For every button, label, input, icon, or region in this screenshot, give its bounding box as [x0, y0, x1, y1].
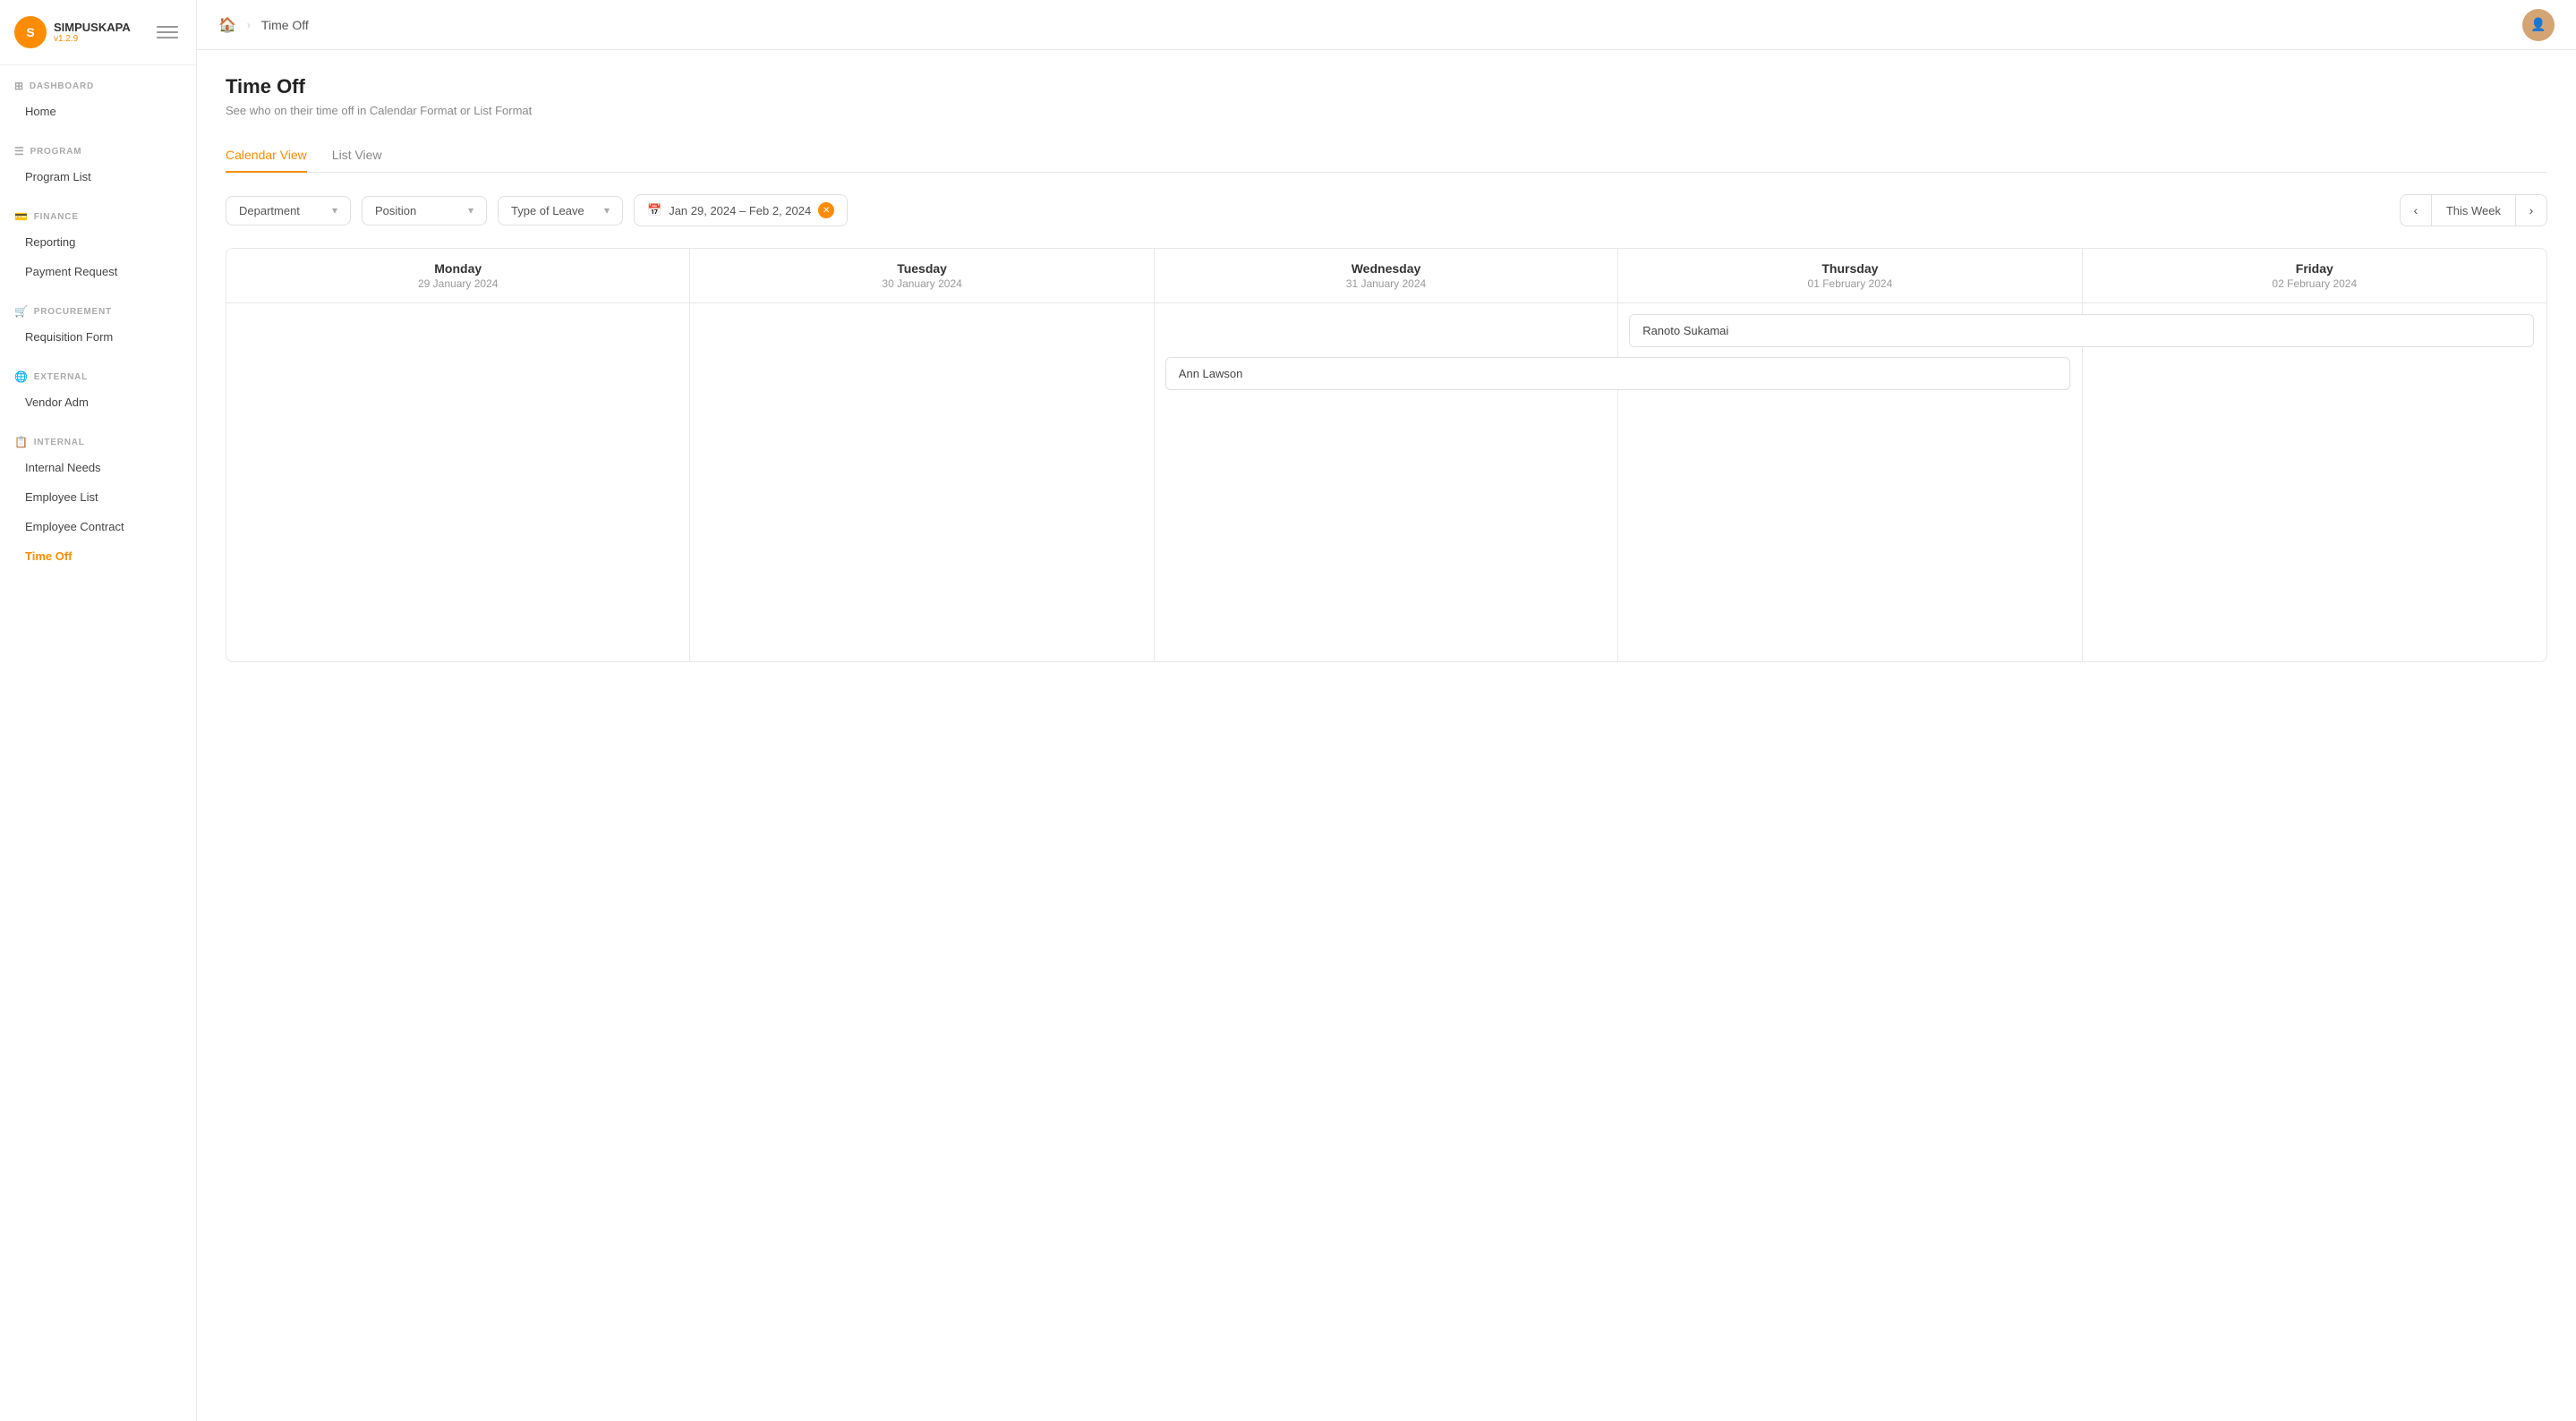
department-chevron-icon: ▾ — [332, 204, 337, 217]
app-name: SIMPUSKAPA — [54, 21, 131, 35]
section-label-internal: INTERNAL — [34, 438, 85, 447]
program-icon: ☰ — [14, 145, 25, 157]
col-header-monday: Monday 29 January 2024 — [226, 249, 690, 302]
app-version: v1.2.9 — [54, 34, 131, 44]
filters-bar: Department ▾ Position ▾ Type of Leave ▾ … — [226, 194, 2547, 226]
section-label-finance: FINANCE — [34, 212, 79, 222]
department-label: Department — [239, 204, 300, 217]
event-card-ann-lawson[interactable]: Ann Lawson — [1165, 357, 2070, 390]
sidebar-item-payment-request[interactable]: Payment Request — [14, 258, 182, 285]
sidebar-section-procurement: 🛒 PROCUREMENT Requisition Form — [0, 291, 196, 356]
date-range-clear-button[interactable]: ✕ — [818, 202, 834, 218]
day-name-thursday: Thursday — [1633, 261, 2067, 276]
hamburger-button[interactable] — [153, 18, 182, 47]
type-of-leave-chevron-icon: ▾ — [604, 204, 610, 217]
type-of-leave-label: Type of Leave — [511, 204, 584, 217]
cell-wednesday: Ann Lawson — [1155, 303, 1618, 661]
day-date-tuesday: 30 January 2024 — [704, 277, 1139, 290]
topbar-page-title: Time Off — [261, 18, 309, 32]
event-name-ann-lawson: Ann Lawson — [1179, 367, 1243, 380]
sidebar-item-home[interactable]: Home — [14, 98, 182, 125]
position-dropdown[interactable]: Position ▾ — [362, 196, 487, 225]
cell-monday — [226, 303, 690, 661]
sidebar-item-program-list[interactable]: Program List — [14, 163, 182, 191]
day-date-wednesday: 31 January 2024 — [1169, 277, 1603, 290]
col-header-thursday: Thursday 01 February 2024 — [1618, 249, 2082, 302]
dashboard-icon: ⊞ — [14, 80, 24, 92]
calendar-body: Ann Lawson Ranoto Sukamai — [226, 303, 2546, 661]
col-header-wednesday: Wednesday 31 January 2024 — [1155, 249, 1618, 302]
col-header-tuesday: Tuesday 30 January 2024 — [690, 249, 1154, 302]
day-date-monday: 29 January 2024 — [241, 277, 675, 290]
cell-tuesday — [690, 303, 1154, 661]
sidebar-item-reporting[interactable]: Reporting — [14, 228, 182, 256]
event-card-ranoto-sukamai[interactable]: Ranoto Sukamai — [1629, 314, 2534, 347]
external-icon: 🌐 — [14, 370, 29, 383]
sidebar-item-requisition-form[interactable]: Requisition Form — [14, 323, 182, 351]
section-label-program: PROGRAM — [30, 147, 82, 157]
sidebar-section-program: ☰ PROGRAM Program List — [0, 131, 196, 196]
date-range-value: Jan 29, 2024 – Feb 2, 2024 — [669, 204, 811, 217]
sidebar-logo: S SIMPUSKAPA v1.2.9 — [0, 0, 196, 65]
event-ranoto-sukamai[interactable]: Ranoto Sukamai — [1629, 314, 2534, 354]
sidebar-item-employee-contract[interactable]: Employee Contract — [14, 513, 182, 540]
home-icon[interactable]: 🏠 — [218, 16, 236, 34]
cell-friday — [2083, 303, 2546, 661]
procurement-icon: 🛒 — [14, 305, 29, 318]
section-label-external: EXTERNAL — [34, 372, 88, 382]
sidebar-item-time-off[interactable]: Time Off — [14, 542, 182, 570]
department-dropdown[interactable]: Department ▾ — [226, 196, 351, 225]
tab-list-view[interactable]: List View — [332, 139, 382, 173]
topbar: 🏠 › Time Off 👤 — [197, 0, 2576, 50]
tab-calendar-view[interactable]: Calendar View — [226, 139, 307, 173]
next-week-button[interactable]: › — [2515, 194, 2547, 226]
main-content: 🏠 › Time Off 👤 Time Off See who on their… — [197, 0, 2576, 1421]
sidebar: S SIMPUSKAPA v1.2.9 ⊞ DASHBOARD Home ☰ P… — [0, 0, 197, 1421]
prev-week-button[interactable]: ‹ — [2400, 194, 2432, 226]
day-name-wednesday: Wednesday — [1169, 261, 1603, 276]
week-nav-label: This Week — [2432, 194, 2515, 226]
type-of-leave-dropdown[interactable]: Type of Leave ▾ — [498, 196, 623, 225]
calendar-icon: 📅 — [647, 203, 661, 217]
sidebar-section-dashboard: ⊞ DASHBOARD Home — [0, 65, 196, 131]
avatar[interactable]: 👤 — [2522, 9, 2555, 41]
logo-icon: S — [14, 16, 47, 48]
sidebar-section-finance: 💳 FINANCE Reporting Payment Request — [0, 196, 196, 291]
calendar-grid: Monday 29 January 2024 Tuesday 30 Januar… — [226, 248, 2547, 662]
day-name-monday: Monday — [241, 261, 675, 276]
content-area: Time Off See who on their time off in Ca… — [197, 50, 2576, 1421]
event-name-ranoto-sukamai: Ranoto Sukamai — [1642, 324, 1728, 337]
day-date-friday: 02 February 2024 — [2097, 277, 2532, 290]
page-subtitle: See who on their time off in Calendar Fo… — [226, 104, 2547, 117]
view-tabs: Calendar View List View — [226, 139, 2547, 173]
day-date-thursday: 01 February 2024 — [1633, 277, 2067, 290]
internal-icon: 📋 — [14, 436, 29, 448]
finance-icon: 💳 — [14, 210, 29, 223]
week-navigation: ‹ This Week › — [2400, 194, 2547, 226]
page-title: Time Off — [226, 75, 2547, 98]
day-name-friday: Friday — [2097, 261, 2532, 276]
sidebar-section-external: 🌐 EXTERNAL Vendor Adm — [0, 356, 196, 421]
sidebar-item-internal-needs[interactable]: Internal Needs — [14, 454, 182, 481]
sidebar-item-vendor-adm[interactable]: Vendor Adm — [14, 388, 182, 416]
day-name-tuesday: Tuesday — [704, 261, 1139, 276]
col-header-friday: Friday 02 February 2024 — [2083, 249, 2546, 302]
calendar-header: Monday 29 January 2024 Tuesday 30 Januar… — [226, 249, 2546, 303]
sidebar-item-employee-list[interactable]: Employee List — [14, 483, 182, 511]
section-label-dashboard: DASHBOARD — [30, 81, 94, 91]
position-chevron-icon: ▾ — [468, 204, 473, 217]
sidebar-section-internal: 📋 INTERNAL Internal Needs Employee List … — [0, 421, 196, 575]
section-label-procurement: PROCUREMENT — [34, 307, 112, 317]
event-ann-lawson[interactable]: Ann Lawson — [1165, 357, 2070, 397]
date-range-filter[interactable]: 📅 Jan 29, 2024 – Feb 2, 2024 ✕ — [634, 194, 848, 226]
breadcrumb-separator: › — [247, 19, 251, 31]
position-label: Position — [375, 204, 416, 217]
